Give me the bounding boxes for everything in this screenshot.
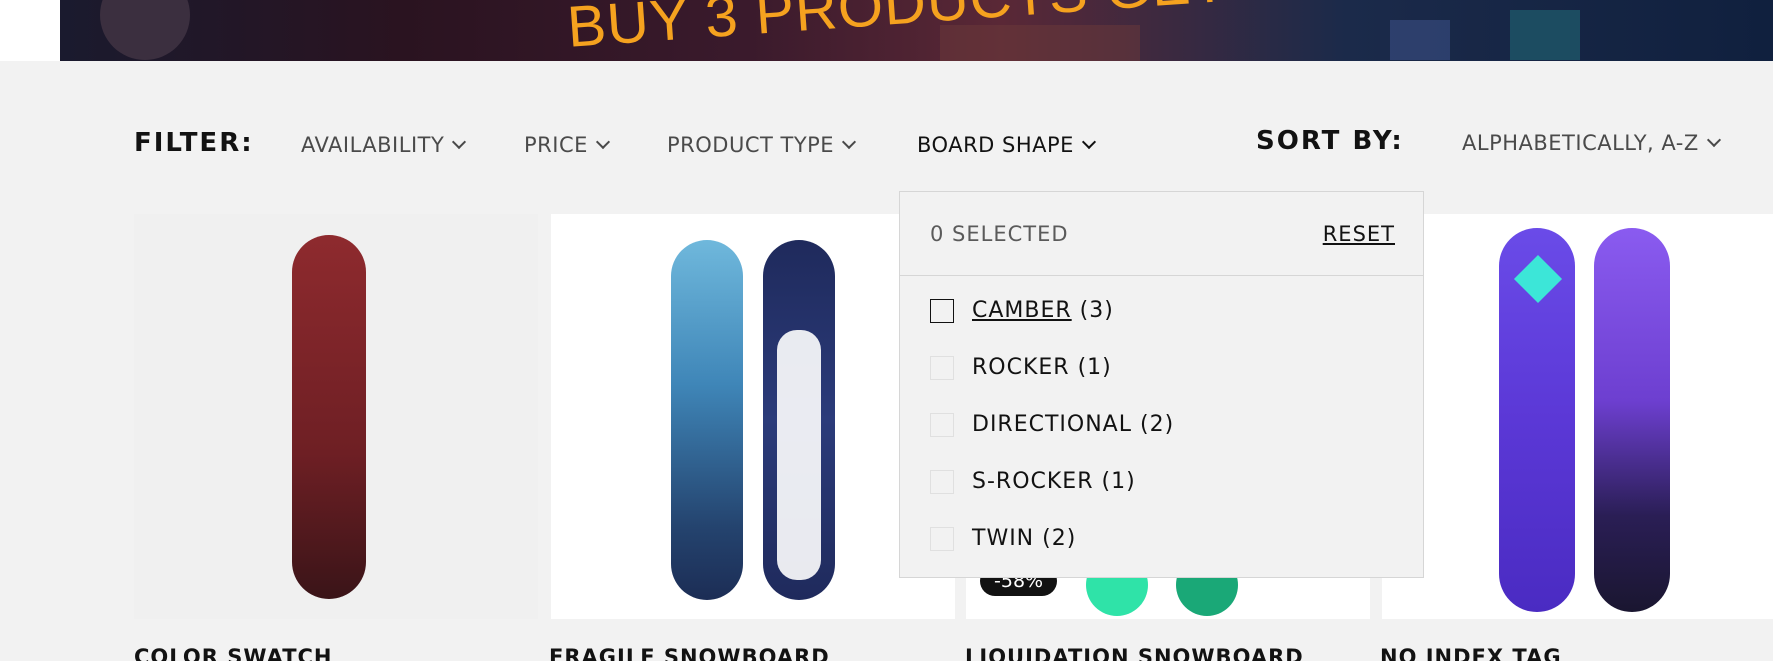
product-image — [292, 235, 366, 599]
product-image — [1499, 228, 1575, 612]
facet-label: AVAILABILITY — [301, 133, 445, 157]
checkbox[interactable] — [930, 469, 954, 494]
chevron-down-icon — [1706, 132, 1721, 148]
dropdown-header: 0 SELECTED RESET — [900, 192, 1423, 276]
chevron-down-icon — [842, 134, 857, 150]
facet-label: BOARD SHAPE — [917, 133, 1074, 157]
facet-price[interactable]: PRICE — [524, 133, 610, 157]
product-title[interactable]: COLOR SWATCH — [134, 645, 333, 661]
chevron-down-icon — [1081, 134, 1096, 150]
product-title[interactable]: LIQUIDATION SNOWBOARD — [965, 645, 1304, 661]
selected-count: 0 SELECTED — [930, 222, 1069, 246]
option-twin[interactable]: TWIN (2) — [930, 526, 1076, 551]
filter-label: FILTER: — [134, 128, 254, 158]
option-count: (1) — [1077, 355, 1112, 380]
checkbox[interactable] — [930, 412, 954, 437]
option-camber[interactable]: CAMBER (3) — [930, 298, 1114, 323]
product-image — [1594, 228, 1670, 612]
promo-banner[interactable]: BUY 3 PRODUCTS GET — [60, 0, 1773, 61]
facet-label: PRODUCT TYPE — [667, 133, 835, 157]
facet-label: PRICE — [524, 133, 588, 157]
option-s-rocker[interactable]: S-ROCKER (1) — [930, 469, 1136, 494]
option-rocker[interactable]: ROCKER (1) — [930, 355, 1112, 380]
product-card-image[interactable] — [134, 214, 538, 619]
option-count: (2) — [1042, 526, 1077, 551]
chevron-down-icon — [595, 134, 610, 150]
option-label: S-ROCKER — [972, 469, 1094, 494]
product-image — [671, 240, 743, 600]
sort-select[interactable]: ALPHABETICALLY, A-Z — [1462, 131, 1721, 155]
checkbox[interactable] — [930, 298, 954, 323]
sort-label: SORT BY: — [1256, 126, 1404, 156]
product-title[interactable]: NO INDEX TAG — [1380, 645, 1562, 661]
option-label: CAMBER — [972, 298, 1072, 323]
option-label: DIRECTIONAL — [972, 412, 1132, 437]
option-label: ROCKER — [972, 355, 1070, 380]
sort-value: ALPHABETICALLY, A-Z — [1462, 131, 1699, 155]
page-margin — [0, 0, 60, 61]
option-label: TWIN — [972, 526, 1035, 551]
product-card-image[interactable] — [551, 214, 955, 619]
facet-board-shape[interactable]: BOARD SHAPE — [917, 133, 1096, 157]
banner-decoration — [100, 0, 190, 60]
facet-product-type[interactable]: PRODUCT TYPE — [667, 133, 857, 157]
facet-availability[interactable]: AVAILABILITY — [301, 133, 467, 157]
reset-link[interactable]: RESET — [1323, 222, 1395, 246]
checkbox[interactable] — [930, 526, 954, 551]
option-count: (3) — [1079, 298, 1114, 323]
checkbox[interactable] — [930, 355, 954, 380]
board-shape-dropdown: 0 SELECTED RESET CAMBER (3) ROCKER (1) D… — [899, 191, 1424, 578]
banner-decoration — [1510, 10, 1580, 60]
option-count: (1) — [1101, 469, 1136, 494]
option-directional[interactable]: DIRECTIONAL (2) — [930, 412, 1174, 437]
product-title[interactable]: FRAGILE SNOWBOARD — [549, 645, 830, 661]
product-image — [763, 240, 835, 600]
banner-decoration — [1390, 20, 1450, 60]
option-count: (2) — [1139, 412, 1175, 437]
chevron-down-icon — [452, 134, 467, 150]
product-card-image[interactable] — [1382, 214, 1773, 619]
